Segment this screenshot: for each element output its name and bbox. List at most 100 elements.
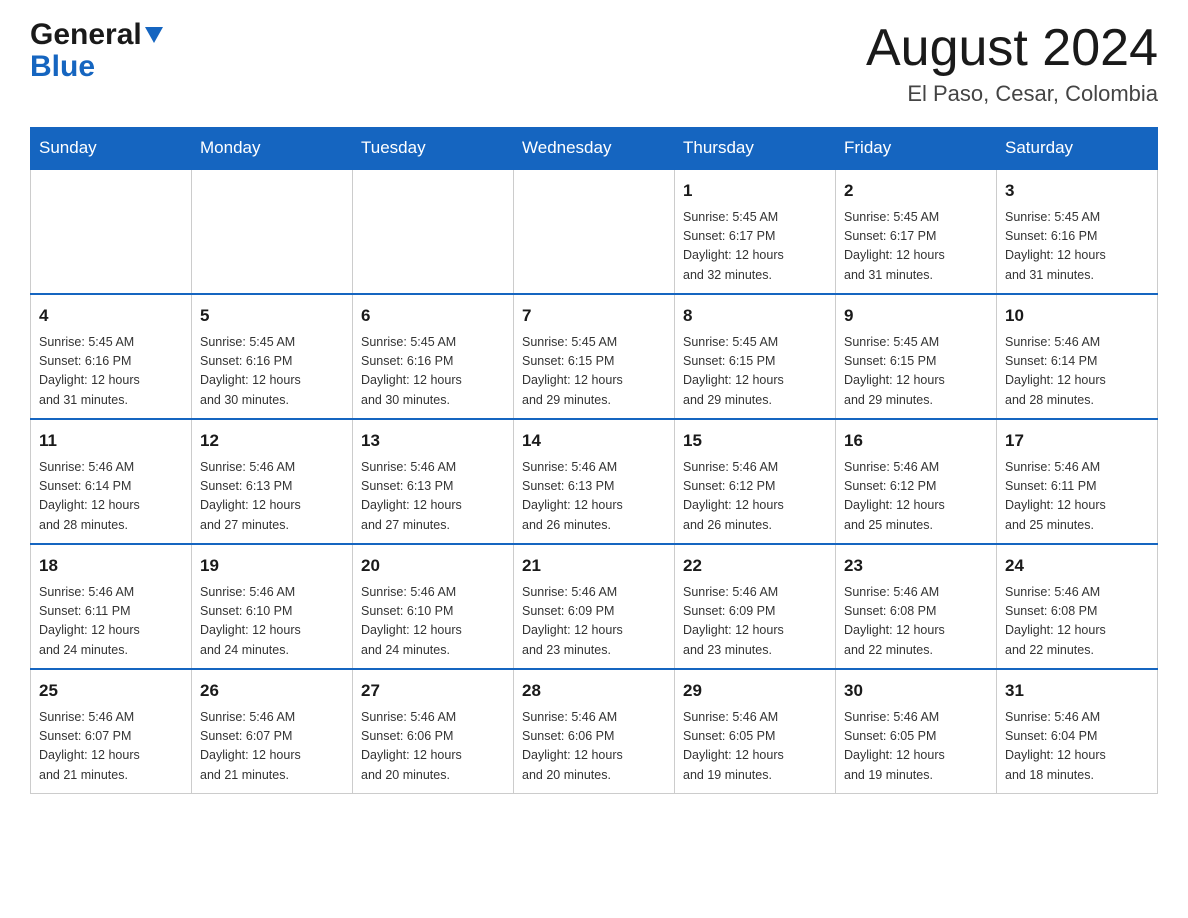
title-section: August 2024 El Paso, Cesar, Colombia — [866, 20, 1158, 107]
calendar-week-row: 11 Sunrise: 5:46 AMSunset: 6:14 PMDayligh… — [31, 419, 1158, 544]
day-number: 12 — [200, 428, 344, 454]
day-number: 25 — [39, 678, 183, 704]
day-number: 8 — [683, 303, 827, 329]
day-number: 28 — [522, 678, 666, 704]
day-info: Sunrise: 5:46 AMSunset: 6:06 PMDaylight:… — [522, 708, 666, 786]
day-number: 20 — [361, 553, 505, 579]
table-row: 9 Sunrise: 5:45 AMSunset: 6:15 PMDaylight… — [836, 294, 997, 419]
day-info: Sunrise: 5:46 AMSunset: 6:09 PMDaylight:… — [683, 583, 827, 661]
logo-arrow-icon — [143, 23, 165, 45]
day-number: 30 — [844, 678, 988, 704]
col-saturday: Saturday — [997, 128, 1158, 170]
table-row: 3 Sunrise: 5:45 AMSunset: 6:16 PMDaylight… — [997, 169, 1158, 294]
table-row: 1Sunrise: 5:45 AMSunset: 6:17 PMDaylight… — [675, 169, 836, 294]
logo-blue-text: Blue — [30, 52, 95, 82]
day-number: 29 — [683, 678, 827, 704]
day-info: Sunrise: 5:45 AMSunset: 6:17 PMDaylight:… — [844, 208, 988, 286]
table-row: 23Sunrise: 5:46 AMSunset: 6:08 PMDayligh… — [836, 544, 997, 669]
day-info: Sunrise: 5:46 AMSunset: 6:14 PMDaylight:… — [1005, 333, 1149, 411]
day-info: Sunrise: 5:46 AMSunset: 6:06 PMDaylight:… — [361, 708, 505, 786]
table-row: 2Sunrise: 5:45 AMSunset: 6:17 PMDaylight… — [836, 169, 997, 294]
table-row: 13 Sunrise: 5:46 AMSunset: 6:13 PMDayligh… — [353, 419, 514, 544]
page-header: General Blue August 2024 El Paso, Cesar,… — [30, 20, 1158, 107]
day-number: 6 — [361, 303, 505, 329]
day-info: Sunrise: 5:46 AMSunset: 6:07 PMDaylight:… — [39, 708, 183, 786]
day-info: Sunrise: 5:46 AMSunset: 6:11 PMDaylight:… — [39, 583, 183, 661]
day-number: 23 — [844, 553, 988, 579]
table-row: 30 Sunrise: 5:46 AMSunset: 6:05 PMDayligh… — [836, 669, 997, 794]
day-number: 19 — [200, 553, 344, 579]
day-number: 17 — [1005, 428, 1149, 454]
day-number: 3 — [1005, 178, 1149, 204]
day-number: 14 — [522, 428, 666, 454]
col-monday: Monday — [192, 128, 353, 170]
day-info: Sunrise: 5:45 AMSunset: 6:16 PMDaylight:… — [361, 333, 505, 411]
day-number: 26 — [200, 678, 344, 704]
table-row: 6 Sunrise: 5:45 AMSunset: 6:16 PMDaylight… — [353, 294, 514, 419]
day-number: 4 — [39, 303, 183, 329]
day-info: Sunrise: 5:45 AMSunset: 6:16 PMDaylight:… — [200, 333, 344, 411]
location-subtitle: El Paso, Cesar, Colombia — [866, 81, 1158, 107]
table-row: 28 Sunrise: 5:46 AMSunset: 6:06 PMDayligh… — [514, 669, 675, 794]
col-friday: Friday — [836, 128, 997, 170]
day-info: Sunrise: 5:46 AMSunset: 6:13 PMDaylight:… — [361, 458, 505, 536]
table-row: 31Sunrise: 5:46 AMSunset: 6:04 PMDayligh… — [997, 669, 1158, 794]
day-info: Sunrise: 5:45 AMSunset: 6:15 PMDaylight:… — [844, 333, 988, 411]
calendar-header-row: Sunday Monday Tuesday Wednesday Thursday… — [31, 128, 1158, 170]
table-row: 14Sunrise: 5:46 AMSunset: 6:13 PMDayligh… — [514, 419, 675, 544]
table-row: 19 Sunrise: 5:46 AMSunset: 6:10 PMDayligh… — [192, 544, 353, 669]
col-tuesday: Tuesday — [353, 128, 514, 170]
day-info: Sunrise: 5:46 AMSunset: 6:10 PMDaylight:… — [361, 583, 505, 661]
table-row — [31, 169, 192, 294]
day-number: 18 — [39, 553, 183, 579]
day-info: Sunrise: 5:46 AMSunset: 6:05 PMDaylight:… — [844, 708, 988, 786]
day-info: Sunrise: 5:46 AMSunset: 6:05 PMDaylight:… — [683, 708, 827, 786]
table-row: 8 Sunrise: 5:45 AMSunset: 6:15 PMDaylight… — [675, 294, 836, 419]
day-info: Sunrise: 5:45 AMSunset: 6:15 PMDaylight:… — [522, 333, 666, 411]
day-number: 27 — [361, 678, 505, 704]
day-info: Sunrise: 5:46 AMSunset: 6:08 PMDaylight:… — [1005, 583, 1149, 661]
day-number: 22 — [683, 553, 827, 579]
table-row: 16Sunrise: 5:46 AMSunset: 6:12 PMDayligh… — [836, 419, 997, 544]
table-row: 25 Sunrise: 5:46 AMSunset: 6:07 PMDayligh… — [31, 669, 192, 794]
col-wednesday: Wednesday — [514, 128, 675, 170]
day-info: Sunrise: 5:45 AMSunset: 6:16 PMDaylight:… — [1005, 208, 1149, 286]
day-number: 11 — [39, 428, 183, 454]
day-number: 5 — [200, 303, 344, 329]
table-row — [192, 169, 353, 294]
table-row: 29 Sunrise: 5:46 AMSunset: 6:05 PMDayligh… — [675, 669, 836, 794]
day-info: Sunrise: 5:45 AMSunset: 6:16 PMDaylight:… — [39, 333, 183, 411]
day-info: Sunrise: 5:46 AMSunset: 6:10 PMDaylight:… — [200, 583, 344, 661]
table-row: 24Sunrise: 5:46 AMSunset: 6:08 PMDayligh… — [997, 544, 1158, 669]
table-row: 15 Sunrise: 5:46 AMSunset: 6:12 PMDayligh… — [675, 419, 836, 544]
calendar-week-row: 1Sunrise: 5:45 AMSunset: 6:17 PMDaylight… — [31, 169, 1158, 294]
table-row: 18 Sunrise: 5:46 AMSunset: 6:11 PMDayligh… — [31, 544, 192, 669]
table-row: 7 Sunrise: 5:45 AMSunset: 6:15 PMDaylight… — [514, 294, 675, 419]
day-number: 9 — [844, 303, 988, 329]
day-number: 15 — [683, 428, 827, 454]
calendar-week-row: 18 Sunrise: 5:46 AMSunset: 6:11 PMDayligh… — [31, 544, 1158, 669]
day-number: 7 — [522, 303, 666, 329]
table-row: 27 Sunrise: 5:46 AMSunset: 6:06 PMDayligh… — [353, 669, 514, 794]
day-info: Sunrise: 5:46 AMSunset: 6:11 PMDaylight:… — [1005, 458, 1149, 536]
day-info: Sunrise: 5:46 AMSunset: 6:13 PMDaylight:… — [200, 458, 344, 536]
table-row — [353, 169, 514, 294]
month-title: August 2024 — [866, 20, 1158, 77]
calendar-week-row: 25 Sunrise: 5:46 AMSunset: 6:07 PMDayligh… — [31, 669, 1158, 794]
table-row: 10 Sunrise: 5:46 AMSunset: 6:14 PMDayligh… — [997, 294, 1158, 419]
calendar-week-row: 4 Sunrise: 5:45 AMSunset: 6:16 PMDaylight… — [31, 294, 1158, 419]
table-row: 5 Sunrise: 5:45 AMSunset: 6:16 PMDaylight… — [192, 294, 353, 419]
table-row: 11 Sunrise: 5:46 AMSunset: 6:14 PMDayligh… — [31, 419, 192, 544]
day-number: 16 — [844, 428, 988, 454]
table-row: 12 Sunrise: 5:46 AMSunset: 6:13 PMDayligh… — [192, 419, 353, 544]
table-row: 4 Sunrise: 5:45 AMSunset: 6:16 PMDaylight… — [31, 294, 192, 419]
logo: General Blue — [30, 20, 165, 82]
day-info: Sunrise: 5:46 AMSunset: 6:14 PMDaylight:… — [39, 458, 183, 536]
day-number: 10 — [1005, 303, 1149, 329]
day-info: Sunrise: 5:45 AMSunset: 6:15 PMDaylight:… — [683, 333, 827, 411]
day-number: 13 — [361, 428, 505, 454]
day-info: Sunrise: 5:46 AMSunset: 6:12 PMDaylight:… — [683, 458, 827, 536]
day-info: Sunrise: 5:45 AMSunset: 6:17 PMDaylight:… — [683, 208, 827, 286]
table-row: 26Sunrise: 5:46 AMSunset: 6:07 PMDayligh… — [192, 669, 353, 794]
table-row — [514, 169, 675, 294]
